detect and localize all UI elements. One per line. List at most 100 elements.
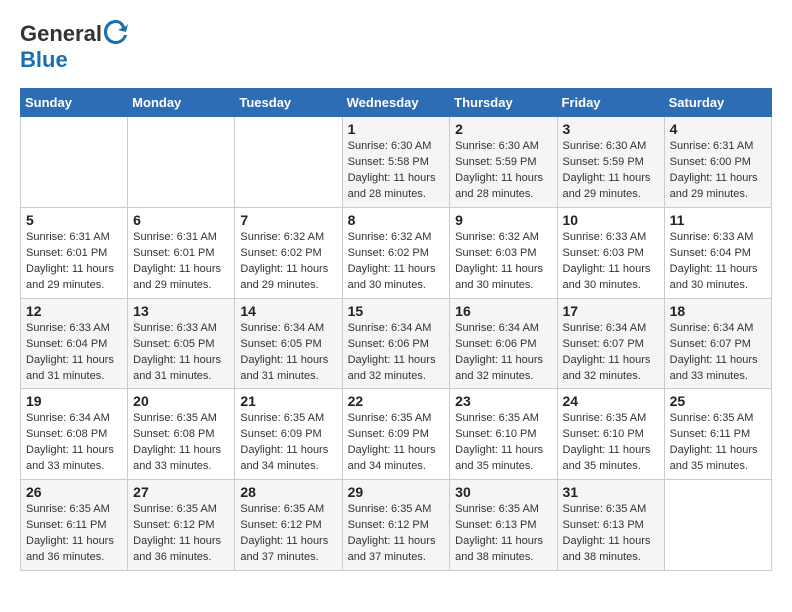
day-info: Sunrise: 6:34 AM Sunset: 6:08 PM Dayligh… xyxy=(26,411,122,475)
day-number: 31 xyxy=(563,484,659,500)
calendar-cell: 31 Sunrise: 6:35 AM Sunset: 6:13 PM Dayli… xyxy=(557,480,664,571)
day-info: Sunrise: 6:35 AM Sunset: 6:08 PM Dayligh… xyxy=(133,411,229,475)
day-info: Sunrise: 6:35 AM Sunset: 6:13 PM Dayligh… xyxy=(563,502,659,566)
day-number: 10 xyxy=(563,212,659,228)
day-number: 5 xyxy=(26,212,122,228)
day-number: 13 xyxy=(133,303,229,319)
calendar-cell xyxy=(664,480,771,571)
day-info: Sunrise: 6:33 AM Sunset: 6:05 PM Dayligh… xyxy=(133,321,229,385)
day-number: 23 xyxy=(455,393,551,409)
day-info: Sunrise: 6:31 AM Sunset: 6:01 PM Dayligh… xyxy=(133,230,229,294)
day-number: 27 xyxy=(133,484,229,500)
day-number: 1 xyxy=(348,121,445,137)
weekday-header-wednesday: Wednesday xyxy=(342,89,450,117)
calendar-cell: 30 Sunrise: 6:35 AM Sunset: 6:13 PM Dayli… xyxy=(450,480,557,571)
calendar-cell: 12 Sunrise: 6:33 AM Sunset: 6:04 PM Dayli… xyxy=(21,298,128,389)
calendar-cell: 25Sunrise: 6:35 AM Sunset: 6:11 PM Dayli… xyxy=(664,389,771,480)
logo: General Blue xyxy=(20,20,128,72)
calendar-cell: 9 Sunrise: 6:32 AM Sunset: 6:03 PM Daylig… xyxy=(450,207,557,298)
calendar-cell: 18 Sunrise: 6:34 AM Sunset: 6:07 PM Dayli… xyxy=(664,298,771,389)
calendar-cell: 5 Sunrise: 6:31 AM Sunset: 6:01 PM Daylig… xyxy=(21,207,128,298)
calendar-cell: 24Sunrise: 6:35 AM Sunset: 6:10 PM Dayli… xyxy=(557,389,664,480)
day-number: 11 xyxy=(670,212,766,228)
day-number: 2 xyxy=(455,121,551,137)
day-number: 18 xyxy=(670,303,766,319)
day-info: Sunrise: 6:31 AM Sunset: 6:01 PM Dayligh… xyxy=(26,230,122,294)
day-number: 22 xyxy=(348,393,445,409)
day-info: Sunrise: 6:32 AM Sunset: 6:02 PM Dayligh… xyxy=(240,230,336,294)
day-info: Sunrise: 6:35 AM Sunset: 6:09 PM Dayligh… xyxy=(348,411,445,475)
day-number: 16 xyxy=(455,303,551,319)
calendar-cell: 26 Sunrise: 6:35 AM Sunset: 6:11 PM Dayli… xyxy=(21,480,128,571)
day-info: Sunrise: 6:35 AM Sunset: 6:09 PM Dayligh… xyxy=(240,411,336,475)
logo-general: General xyxy=(20,22,102,46)
calendar-cell xyxy=(235,117,342,208)
day-number: 4 xyxy=(670,121,766,137)
day-number: 29 xyxy=(348,484,445,500)
day-info: Sunrise: 6:35 AM Sunset: 6:10 PM Dayligh… xyxy=(455,411,551,475)
calendar-cell: 6 Sunrise: 6:31 AM Sunset: 6:01 PM Daylig… xyxy=(128,207,235,298)
day-number: 25 xyxy=(670,393,766,409)
day-number: 24 xyxy=(563,393,659,409)
day-number: 17 xyxy=(563,303,659,319)
day-number: 7 xyxy=(240,212,336,228)
day-number: 30 xyxy=(455,484,551,500)
calendar-cell: 2 Sunrise: 6:30 AM Sunset: 5:59 PM Daylig… xyxy=(450,117,557,208)
weekday-header-thursday: Thursday xyxy=(450,89,557,117)
calendar-cell: 16 Sunrise: 6:34 AM Sunset: 6:06 PM Dayli… xyxy=(450,298,557,389)
calendar-cell: 22 Sunrise: 6:35 AM Sunset: 6:09 PM Dayli… xyxy=(342,389,450,480)
day-info: Sunrise: 6:35 AM Sunset: 6:12 PM Dayligh… xyxy=(348,502,445,566)
day-info: Sunrise: 6:30 AM Sunset: 5:59 PM Dayligh… xyxy=(563,139,659,203)
day-info: Sunrise: 6:35 AM Sunset: 6:13 PM Dayligh… xyxy=(455,502,551,566)
calendar-table: SundayMondayTuesdayWednesdayThursdayFrid… xyxy=(20,88,772,571)
day-info: Sunrise: 6:32 AM Sunset: 6:03 PM Dayligh… xyxy=(455,230,551,294)
day-info: Sunrise: 6:32 AM Sunset: 6:02 PM Dayligh… xyxy=(348,230,445,294)
calendar-cell: 10 Sunrise: 6:33 AM Sunset: 6:03 PM Dayli… xyxy=(557,207,664,298)
weekday-header-friday: Friday xyxy=(557,89,664,117)
page-header: General Blue xyxy=(20,20,772,72)
weekday-header-sunday: Sunday xyxy=(21,89,128,117)
weekday-header-tuesday: Tuesday xyxy=(235,89,342,117)
calendar-cell: 21 Sunrise: 6:35 AM Sunset: 6:09 PM Dayli… xyxy=(235,389,342,480)
calendar-cell: 3 Sunrise: 6:30 AM Sunset: 5:59 PM Daylig… xyxy=(557,117,664,208)
day-info: Sunrise: 6:30 AM Sunset: 5:58 PM Dayligh… xyxy=(348,139,445,203)
calendar-cell: 8 Sunrise: 6:32 AM Sunset: 6:02 PM Daylig… xyxy=(342,207,450,298)
calendar-cell: 7 Sunrise: 6:32 AM Sunset: 6:02 PM Daylig… xyxy=(235,207,342,298)
day-info: Sunrise: 6:35 AM Sunset: 6:12 PM Dayligh… xyxy=(133,502,229,566)
day-number: 3 xyxy=(563,121,659,137)
day-number: 6 xyxy=(133,212,229,228)
calendar-cell: 29 Sunrise: 6:35 AM Sunset: 6:12 PM Dayli… xyxy=(342,480,450,571)
day-info: Sunrise: 6:34 AM Sunset: 6:05 PM Dayligh… xyxy=(240,321,336,385)
weekday-header-monday: Monday xyxy=(128,89,235,117)
day-info: Sunrise: 6:35 AM Sunset: 6:11 PM Dayligh… xyxy=(26,502,122,566)
day-info: Sunrise: 6:34 AM Sunset: 6:06 PM Dayligh… xyxy=(455,321,551,385)
day-info: Sunrise: 6:33 AM Sunset: 6:04 PM Dayligh… xyxy=(670,230,766,294)
logo-icon xyxy=(104,18,128,46)
day-number: 15 xyxy=(348,303,445,319)
day-number: 14 xyxy=(240,303,336,319)
calendar-cell: 1 Sunrise: 6:30 AM Sunset: 5:58 PM Daylig… xyxy=(342,117,450,208)
day-info: Sunrise: 6:34 AM Sunset: 6:07 PM Dayligh… xyxy=(670,321,766,385)
day-info: Sunrise: 6:34 AM Sunset: 6:06 PM Dayligh… xyxy=(348,321,445,385)
day-info: Sunrise: 6:33 AM Sunset: 6:03 PM Dayligh… xyxy=(563,230,659,294)
calendar-cell xyxy=(128,117,235,208)
day-info: Sunrise: 6:34 AM Sunset: 6:07 PM Dayligh… xyxy=(563,321,659,385)
calendar-cell: 11 Sunrise: 6:33 AM Sunset: 6:04 PM Dayli… xyxy=(664,207,771,298)
day-number: 12 xyxy=(26,303,122,319)
day-number: 21 xyxy=(240,393,336,409)
day-number: 19 xyxy=(26,393,122,409)
weekday-header-saturday: Saturday xyxy=(664,89,771,117)
day-number: 9 xyxy=(455,212,551,228)
day-number: 8 xyxy=(348,212,445,228)
day-info: Sunrise: 6:35 AM Sunset: 6:12 PM Dayligh… xyxy=(240,502,336,566)
calendar-cell: 15 Sunrise: 6:34 AM Sunset: 6:06 PM Dayli… xyxy=(342,298,450,389)
day-info: Sunrise: 6:30 AM Sunset: 5:59 PM Dayligh… xyxy=(455,139,551,203)
logo-blue: Blue xyxy=(20,47,68,72)
day-number: 20 xyxy=(133,393,229,409)
day-info: Sunrise: 6:33 AM Sunset: 6:04 PM Dayligh… xyxy=(26,321,122,385)
calendar-cell: 14 Sunrise: 6:34 AM Sunset: 6:05 PM Dayli… xyxy=(235,298,342,389)
calendar-cell: 23 Sunrise: 6:35 AM Sunset: 6:10 PM Dayli… xyxy=(450,389,557,480)
calendar-cell: 27 Sunrise: 6:35 AM Sunset: 6:12 PM Dayli… xyxy=(128,480,235,571)
day-number: 26 xyxy=(26,484,122,500)
day-number: 28 xyxy=(240,484,336,500)
